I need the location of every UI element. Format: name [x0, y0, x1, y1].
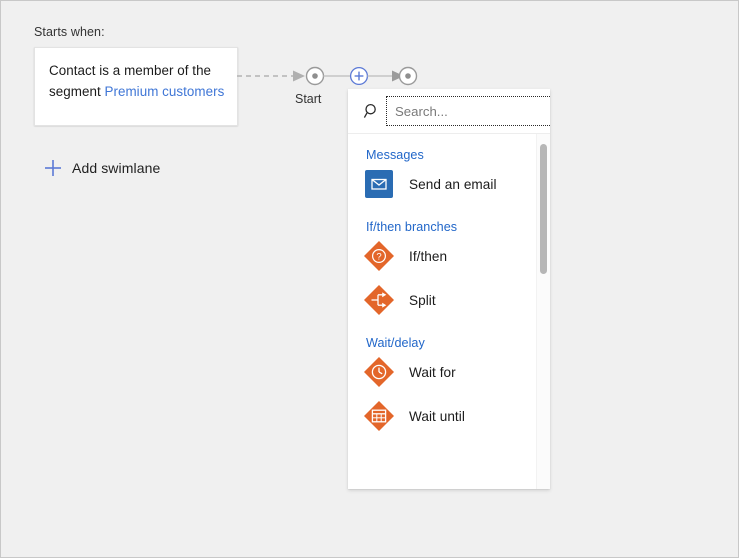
panel-scroll-area: Messages Send an email — [348, 134, 536, 489]
clock-icon — [362, 355, 396, 389]
svg-text:?: ? — [376, 252, 381, 263]
segment-link[interactable]: Premium customers — [104, 84, 224, 99]
plus-icon — [42, 157, 64, 179]
split-branch-icon — [362, 283, 396, 317]
section-title-messages: Messages — [348, 134, 536, 162]
calendar-icon — [362, 399, 396, 433]
flow-connector — [237, 59, 427, 93]
section-messages: Messages Send an email — [348, 134, 536, 206]
question-mark-icon: ? — [362, 239, 396, 273]
list-item-label: Send an email — [409, 177, 497, 192]
section-title-wait-delay: Wait/delay — [348, 322, 536, 350]
list-item-split[interactable]: Split — [348, 278, 536, 322]
step-picker-panel: Messages Send an email — [348, 89, 550, 489]
list-item-label: If/then — [409, 249, 447, 264]
panel-body: Messages Send an email — [348, 134, 550, 489]
search-input[interactable] — [387, 97, 550, 125]
panel-scrollbar-thumb[interactable] — [540, 144, 547, 274]
list-item-label: Wait for — [409, 365, 456, 380]
end-node[interactable] — [400, 68, 417, 85]
search-icon — [357, 97, 387, 125]
list-item-label: Wait until — [409, 409, 465, 424]
add-step-node[interactable] — [351, 68, 368, 85]
trigger-card[interactable]: Contact is a member of the segment Premi… — [34, 47, 238, 126]
start-node-label: Start — [295, 92, 321, 106]
add-swimlane-button[interactable]: Add swimlane — [42, 155, 160, 181]
panel-search-header — [348, 89, 550, 133]
add-swimlane-label: Add swimlane — [72, 160, 160, 176]
list-item-if-then[interactable]: ? If/then — [348, 234, 536, 278]
list-item-label: Split — [409, 293, 436, 308]
list-item-wait-for[interactable]: Wait for — [348, 350, 536, 394]
connector-arrowhead-start — [293, 71, 305, 82]
trigger-card-text: Contact is a member of the segment Premi… — [49, 60, 227, 102]
section-title-if-then-branches: If/then branches — [348, 206, 536, 234]
flow-connector-svg — [237, 59, 427, 93]
workflow-designer-screen: Starts when: Contact is a member of the … — [0, 0, 739, 558]
list-item-send-an-email[interactable]: Send an email — [348, 162, 536, 206]
starts-when-label: Starts when: — [34, 25, 105, 39]
panel-scrollbar[interactable] — [536, 134, 550, 489]
section-if-then-branches: If/then branches ? If/then — [348, 206, 536, 322]
start-node[interactable] — [307, 68, 324, 85]
section-wait-delay: Wait/delay Wait for — [348, 322, 536, 438]
envelope-icon — [362, 167, 396, 201]
list-item-wait-until[interactable]: Wait until — [348, 394, 536, 438]
